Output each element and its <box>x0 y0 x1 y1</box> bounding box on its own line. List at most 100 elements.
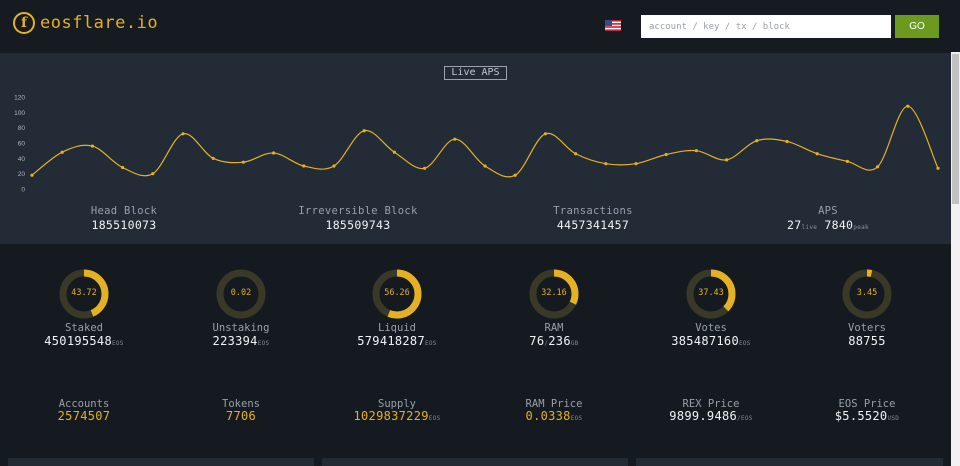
metric-number: 0.0338 <box>525 409 571 423</box>
ring-value-number: 76 <box>529 334 545 348</box>
card-panel <box>322 458 628 466</box>
aps-point <box>181 132 185 136</box>
aps-point <box>90 144 94 148</box>
stat-irreversible-block: Irreversible Block 185509743 <box>258 205 458 232</box>
ring-unit: EOS <box>424 340 437 347</box>
aps-point <box>241 160 245 164</box>
logo-text: eosflare.io <box>40 13 159 33</box>
aps-point <box>725 158 729 162</box>
aps-point <box>634 162 638 166</box>
metric-unit: EOS <box>428 415 441 422</box>
metric-value: 9899.9486/EOS <box>631 409 791 423</box>
aps-point <box>755 139 759 143</box>
ring-unit: EOS <box>257 340 270 347</box>
aps-point <box>815 152 819 156</box>
aps-point <box>664 152 668 157</box>
stat-value: 27live 7840peak <box>728 218 928 232</box>
aps-point <box>332 164 336 168</box>
y-tick-label: 80 <box>18 125 26 132</box>
ring-value: 223394EOS <box>161 334 321 348</box>
ring-percent: 37.43 <box>698 288 724 298</box>
ring-percent: 0.02 <box>230 288 252 298</box>
ring-unit: EOS <box>738 340 751 347</box>
go-button[interactable]: GO <box>895 15 939 38</box>
ring-percent: 3.45 <box>856 288 878 298</box>
live-aps-label: Live APS <box>444 66 507 80</box>
aps-point <box>392 150 396 154</box>
aps-point <box>785 139 789 144</box>
aps-peak-unit: peak <box>853 224 869 231</box>
stat-label: Head Block <box>90 205 158 217</box>
metric-number: $5.5520 <box>834 409 888 423</box>
metric-number: 2574507 <box>57 409 111 423</box>
ring-label: Voters <box>848 322 886 334</box>
logo[interactable]: f eosflare.io <box>13 12 158 34</box>
y-tick-label: 120 <box>14 95 25 102</box>
stat-label: Irreversible Block <box>298 205 418 217</box>
stat-value: 185510073 <box>91 218 157 232</box>
ring-percent: 32.16 <box>541 288 567 298</box>
live-aps-chart: 0 20 40 60 80 100 120 <box>14 95 940 194</box>
metric-unit: /EOS <box>737 415 753 422</box>
metric-unit: EOS <box>570 415 583 422</box>
aps-point <box>845 159 850 163</box>
aps-live-value: 27 <box>787 218 802 232</box>
aps-point <box>513 173 517 177</box>
ring-value-number: 88755 <box>848 334 886 348</box>
aps-point <box>151 172 155 176</box>
ring-label: Staked <box>65 322 103 334</box>
y-tick-label: 20 <box>18 171 26 178</box>
y-tick-label: 100 <box>14 110 25 117</box>
metric-number: 7706 <box>225 409 257 423</box>
ring-percent: 43.72 <box>71 288 97 298</box>
ring-value: 88755 <box>787 334 947 348</box>
aps-point <box>936 166 940 170</box>
ring-value-number: 223394 <box>212 334 258 348</box>
ring-unit: EOS <box>111 340 124 347</box>
metric-number: 1029837229 <box>353 409 429 423</box>
metric-value: 7706 <box>161 409 321 423</box>
metric-value: $5.5520USD <box>787 409 947 423</box>
aps-point <box>423 166 427 170</box>
aps-point <box>30 173 34 177</box>
metric-number: 9899.9486 <box>669 409 738 423</box>
ring-value-number: 385487160 <box>671 334 739 348</box>
metric-value: 0.0338EOS <box>474 409 634 423</box>
aps-live-unit: live <box>801 224 818 231</box>
metric-value: 1029837229EOS <box>317 409 477 423</box>
ring-value-number: 450195548 <box>44 334 112 348</box>
ring-label: Unstaking <box>212 322 270 334</box>
aps-point <box>302 164 306 168</box>
metric-value: 2574507 <box>4 409 164 423</box>
aps-point <box>876 165 880 169</box>
stat-value: 185509743 <box>325 218 391 232</box>
scrollbar-thumb[interactable] <box>952 54 959 204</box>
aps-point <box>543 132 548 136</box>
aps-point <box>574 152 578 156</box>
logo-icon: f <box>13 12 35 34</box>
aps-point <box>211 156 215 160</box>
ring-value: 385487160EOS <box>631 334 791 348</box>
search-input[interactable] <box>641 15 891 38</box>
ring-label: RAM <box>544 322 564 334</box>
stat-label: APS <box>818 205 838 217</box>
aps-point <box>694 149 699 153</box>
stat-aps: APS 27live 7840peak <box>728 205 928 232</box>
aps-point <box>906 104 910 108</box>
ring-value: 450195548EOS <box>4 334 164 348</box>
ring-unit: GB <box>570 340 579 347</box>
y-tick-label: 0 <box>21 187 25 194</box>
ring-value-number: 579418287 <box>357 334 425 348</box>
stat-transactions: Transactions 4457341457 <box>493 205 693 232</box>
ring-value: 579418287EOS <box>317 334 477 348</box>
us-flag-icon[interactable] <box>605 20 621 31</box>
ring-label: Votes <box>695 322 727 334</box>
card-panel <box>636 458 943 466</box>
aps-point <box>604 162 608 166</box>
aps-point <box>272 151 276 155</box>
ring-percent: 56.26 <box>384 288 410 298</box>
metric-unit: USD <box>887 415 900 422</box>
y-tick-label: 60 <box>18 141 26 148</box>
ring-label: Liquid <box>378 322 416 334</box>
ring-value-total: 236 <box>548 334 571 348</box>
